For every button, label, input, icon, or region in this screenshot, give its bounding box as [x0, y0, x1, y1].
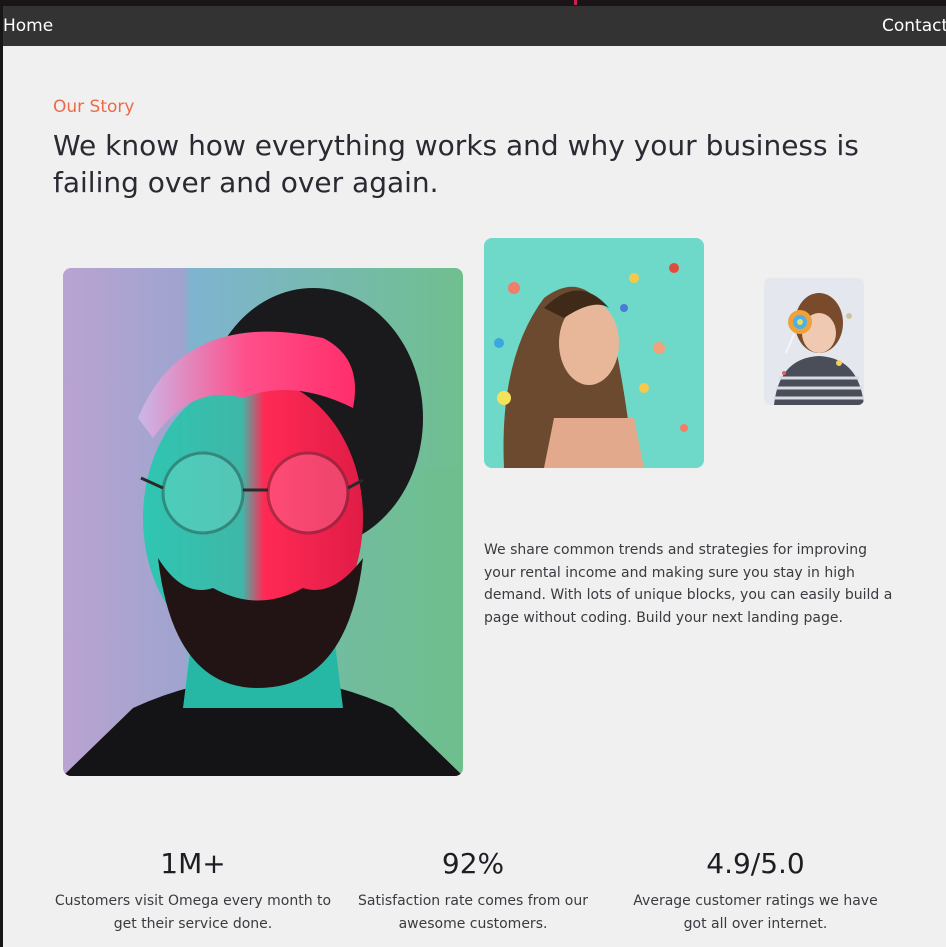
section-description: We share common trends and strategies fo…	[484, 542, 893, 626]
nav-home-link[interactable]: Home	[3, 16, 53, 36]
navbar: Home Contact	[3, 6, 946, 46]
stat-caption: Average customer ratings we have got all…	[633, 893, 878, 932]
section-headline: We know how everything works and why you…	[53, 129, 859, 199]
stat-satisfaction-rate: 92% Satisfaction rate comes from our awe…	[358, 846, 588, 936]
nav-contact-link[interactable]: Contact	[882, 16, 946, 36]
stat-caption: Satisfaction rate comes from our awesome…	[358, 893, 588, 932]
portrait-woman-confetti-image	[484, 238, 704, 468]
portrait-girl-lollipop-image	[764, 278, 864, 405]
stat-value: 1M+	[160, 847, 226, 880]
window-top-mark	[574, 0, 577, 5]
section-eyebrow: Our Story	[53, 97, 135, 117]
stat-value: 92%	[441, 847, 505, 880]
landing-page: Home Contact Our Story We know how every…	[3, 6, 946, 947]
stat-monthly-customers: 1M+ Customers visit Omega every month to…	[53, 846, 333, 936]
portrait-man-image	[63, 268, 463, 776]
stat-caption: Customers visit Omega every month to get…	[54, 893, 332, 932]
stat-average-rating: 4.9/5.0 Average customer ratings we have…	[623, 846, 888, 936]
stat-value: 4.9/5.0	[706, 847, 805, 880]
